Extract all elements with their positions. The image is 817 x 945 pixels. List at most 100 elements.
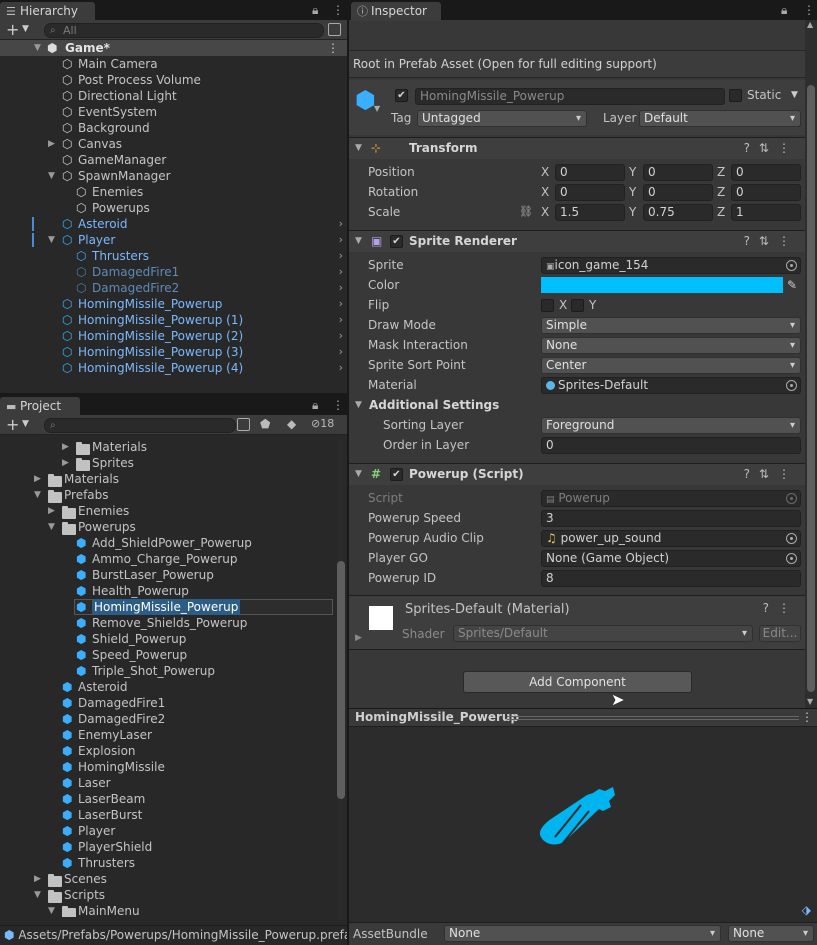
hierarchy-item[interactable]: ⬡ Enemies	[0, 184, 347, 200]
inspector-scrollbar[interactable]: ▲ ▼	[805, 20, 817, 708]
expand-arrow-icon[interactable]: ▼	[34, 887, 41, 903]
expand-arrow-icon[interactable]: ▼	[355, 464, 362, 485]
expand-arrow-icon[interactable]: ▼	[34, 487, 41, 503]
project-asset-item[interactable]: ⬢ PlayerShield	[0, 839, 335, 855]
tab-hierarchy[interactable]: ☰ Hierarchy	[0, 2, 95, 21]
audio-clip-field[interactable]: ♫ power_up_sound	[541, 530, 801, 547]
sprite-field[interactable]: ▣icon_game_154	[541, 257, 801, 274]
project-asset-item[interactable]: ⬢ Add_ShieldPower_Powerup	[0, 535, 335, 551]
project-folder-item[interactable]: ▼ MainMenu	[0, 903, 335, 917]
label-filter-icon[interactable]: ◆	[287, 417, 296, 431]
chevron-right-icon[interactable]: ›	[339, 248, 343, 264]
expand-arrow-icon[interactable]: ▼	[355, 395, 362, 415]
project-asset-item[interactable]: ⬢ Health_Powerup	[0, 583, 335, 599]
expand-arrow-icon[interactable]: ▶	[48, 503, 55, 519]
preview-menu-icon[interactable]: ⋮	[801, 710, 813, 724]
powerup-id-field[interactable]: 8	[541, 570, 801, 587]
component-help-settings-icons[interactable]: ?⇅⋮	[744, 231, 799, 252]
hierarchy-item[interactable]: ⬡ HomingMissile_Powerup (4) ›	[0, 360, 347, 376]
project-search-input[interactable]: ⌕	[44, 418, 236, 433]
eyedropper-icon[interactable]: ✎	[787, 275, 797, 295]
expand-arrow-icon[interactable]: ▼	[355, 138, 362, 159]
project-asset-item[interactable]: ⬢ BurstLaser_Powerup	[0, 567, 335, 583]
project-asset-item[interactable]: ⬢ Triple_Shot_Powerup	[0, 663, 335, 679]
hierarchy-item[interactable]: ▶ ⬡ Canvas	[0, 136, 347, 152]
scale-z-field[interactable]: 1	[731, 204, 801, 221]
hidden-packages-icon[interactable]: ⊘18	[311, 417, 334, 430]
project-asset-item[interactable]: ⬢ Explosion	[0, 743, 335, 759]
edit-shader-button[interactable]: Edit...	[759, 625, 801, 642]
project-folder-item[interactable]: ▼ Powerups	[0, 519, 335, 535]
kebab-menu-icon[interactable]: ⋮	[803, 3, 815, 17]
tag-dropdown[interactable]: Untagged	[417, 110, 587, 127]
expand-arrow-icon[interactable]: ▼	[48, 519, 55, 535]
active-checkbox[interactable]: ✔	[395, 89, 408, 102]
project-asset-item[interactable]: ⬢ Speed_Powerup	[0, 647, 335, 663]
position-x-field[interactable]: 0	[555, 164, 625, 181]
search-by-type-icon[interactable]	[237, 418, 250, 431]
lock-icon[interactable]: 🔒︎	[312, 3, 318, 18]
hierarchy-item[interactable]: ⬡ Post Process Volume	[0, 72, 347, 88]
project-asset-item[interactable]: ⬢ LaserBeam	[0, 791, 335, 807]
material-field[interactable]: Sprites-Default	[541, 377, 801, 394]
asset-label-icon[interactable]: ⬗	[802, 903, 811, 917]
hierarchy-item[interactable]: ⬡ Asteroid ›	[0, 216, 347, 232]
rotation-y-field[interactable]: 0	[643, 184, 713, 201]
expand-arrow-icon[interactable]: ▶	[62, 439, 69, 455]
expand-arrow-icon[interactable]: ▶	[48, 136, 55, 152]
chevron-right-icon[interactable]: ›	[339, 232, 343, 248]
scale-y-field[interactable]: 0.75	[643, 204, 713, 221]
project-asset-item[interactable]: ⬢ DamagedFire2	[0, 711, 335, 727]
flip-y-checkbox[interactable]	[571, 299, 584, 312]
scene-search-icon[interactable]	[328, 23, 341, 36]
object-picker-icon[interactable]	[786, 553, 797, 564]
project-asset-item[interactable]: ⬢ LaserBurst	[0, 807, 335, 823]
chevron-right-icon[interactable]: ›	[339, 344, 343, 360]
enabled-checkbox[interactable]: ✔	[390, 235, 403, 248]
position-z-field[interactable]: 0	[731, 164, 801, 181]
chevron-down-icon[interactable]: ▼	[22, 419, 29, 429]
project-asset-item[interactable]: ⬢ Ammo_Charge_Powerup	[0, 551, 335, 567]
search-input[interactable]: ⌕ All	[44, 23, 324, 38]
hierarchy-item[interactable]: ▼ ⬡ Player ›	[0, 232, 347, 248]
assetbundle-variant-dropdown[interactable]: None	[728, 925, 814, 942]
project-folder-item[interactable]: ▶ Sprites	[0, 455, 335, 471]
mask-dropdown[interactable]: None	[541, 337, 801, 354]
tab-project[interactable]: ▬ Project	[0, 397, 80, 416]
expand-arrow-icon[interactable]: ▼	[48, 168, 55, 184]
chevron-right-icon[interactable]: ›	[339, 328, 343, 344]
hierarchy-item[interactable]: ⬡ Directional Light	[0, 88, 347, 104]
order-layer-field[interactable]: 0	[541, 437, 801, 454]
project-asset-item[interactable]: ⬢ EnemyLaser	[0, 727, 335, 743]
expand-arrow-icon[interactable]: ▼	[355, 231, 362, 252]
object-name-field[interactable]: HomingMissile_Powerup	[415, 88, 725, 105]
project-asset-item[interactable]: ⬢ Remove_Shields_Powerup	[0, 615, 335, 631]
component-help-settings-icons[interactable]: ?⇅⋮	[744, 138, 799, 159]
hierarchy-item[interactable]: ⬡ HomingMissile_Powerup (1) ›	[0, 312, 347, 328]
chevron-right-icon[interactable]: ›	[339, 280, 343, 296]
project-folder-item[interactable]: ▶ Materials	[0, 439, 335, 455]
hierarchy-item[interactable]: ⬡ Thrusters ›	[0, 248, 347, 264]
object-picker-icon[interactable]	[786, 260, 797, 271]
project-asset-item[interactable]: ⬢ DamagedFire1	[0, 695, 335, 711]
expand-arrow-icon[interactable]: ▶	[355, 633, 362, 643]
hierarchy-item[interactable]: ⬡ HomingMissile_Powerup ›	[0, 296, 347, 312]
position-y-field[interactable]: 0	[643, 164, 713, 181]
project-asset-item[interactable]: ⬢ Player	[0, 823, 335, 839]
project-asset-item[interactable]: ⬢ Thrusters	[0, 855, 335, 871]
kebab-menu-icon[interactable]: ⋮	[332, 3, 344, 17]
hierarchy-item[interactable]: ⬡ EventSystem	[0, 104, 347, 120]
rotation-z-field[interactable]: 0	[731, 184, 801, 201]
tab-inspector[interactable]: ⓘ Inspector	[351, 2, 441, 21]
project-folder-item[interactable]: ▶ Enemies	[0, 503, 335, 519]
sorting-layer-dropdown[interactable]: Foreground	[541, 417, 801, 434]
project-asset-item[interactable]: ⬢ HomingMissile	[0, 759, 335, 775]
scroll-down-icon[interactable]: ▼	[807, 697, 813, 706]
hierarchy-item[interactable]: ⬡ Powerups	[0, 200, 347, 216]
scene-menu-icon[interactable]: ⋮	[327, 40, 339, 56]
scrollbar-thumb[interactable]	[807, 85, 815, 692]
filter-type-icon[interactable]: ⬟	[260, 417, 270, 431]
material-help-icons[interactable]: ?⋮	[763, 601, 799, 615]
add-component-button[interactable]: Add Component	[463, 671, 692, 693]
chevron-right-icon[interactable]: ›	[339, 312, 343, 328]
